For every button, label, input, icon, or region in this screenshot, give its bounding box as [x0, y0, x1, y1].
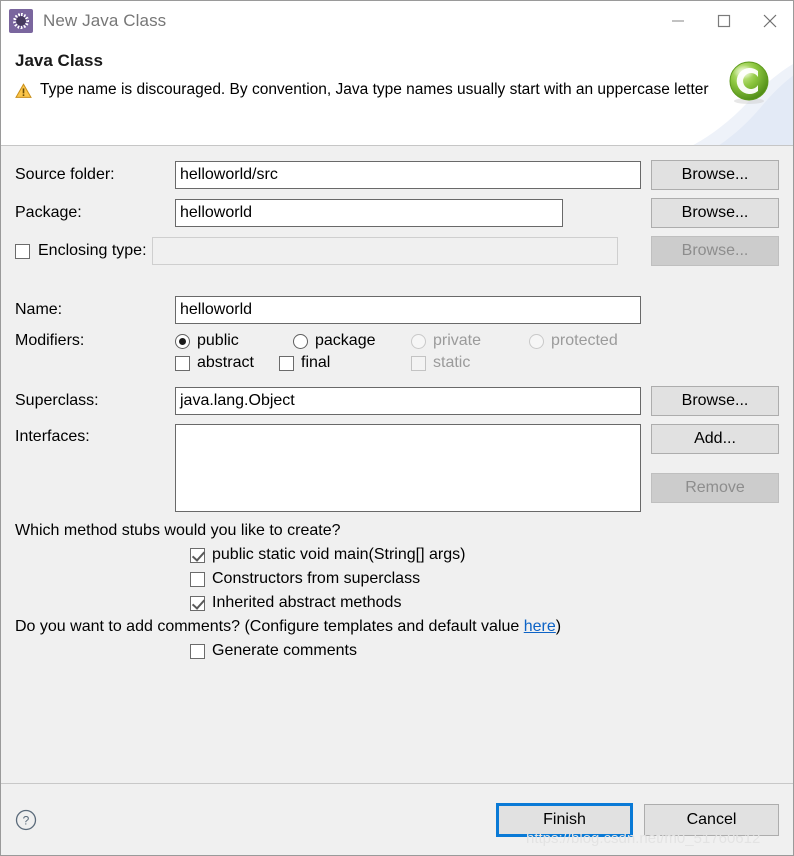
checkbox-static-icon — [411, 355, 426, 371]
superclass-browse-button[interactable]: Browse... — [651, 386, 779, 416]
modifier-static-label: static — [433, 354, 471, 371]
enclosing-type-input — [152, 237, 618, 265]
comments-question-prefix: Do you want to add comments? (Configure … — [15, 618, 524, 635]
svg-text:?: ? — [23, 813, 30, 827]
page-title: Java Class — [15, 51, 103, 70]
dialog-footer: ? Finish Cancel https://blog.csdn.net/m0… — [1, 783, 793, 855]
name-row: Name: helloworld — [15, 296, 779, 324]
modifier-public-label: public — [197, 332, 239, 349]
source-folder-label: Source folder: — [15, 166, 115, 183]
new-java-class-dialog: New Java Class Java Class Type name is d… — [0, 0, 794, 856]
modifiers-access-group: public package private protected — [175, 332, 618, 350]
dialog-header: Java Class Type name is discouraged. By … — [1, 41, 793, 146]
checkbox-final-icon[interactable] — [279, 355, 294, 371]
modifiers-flags-group: abstract final static — [175, 354, 470, 372]
checkbox-generate-comments-icon[interactable] — [190, 643, 205, 659]
superclass-row: Superclass: java.lang.Object Browse... — [15, 386, 779, 416]
stub-constructors[interactable]: Constructors from superclass — [190, 570, 779, 588]
maximize-icon[interactable] — [701, 1, 747, 41]
enclosing-type-checkbox[interactable] — [15, 243, 30, 259]
title-bar: New Java Class — [1, 1, 793, 41]
window-controls — [655, 1, 793, 41]
dialog-body: Source folder: helloworld/src Browse... … — [1, 146, 793, 783]
radio-protected-icon — [529, 333, 544, 349]
radio-private-icon — [411, 333, 426, 349]
name-input[interactable]: helloworld — [175, 296, 641, 324]
stub-main-method[interactable]: public static void main(String[] args) — [190, 546, 779, 564]
modifier-private-label: private — [433, 332, 482, 349]
help-icon[interactable]: ? — [15, 809, 37, 831]
modifiers-label: Modifiers: — [15, 332, 85, 349]
interfaces-add-button[interactable]: Add... — [651, 424, 779, 454]
superclass-label: Superclass: — [15, 392, 99, 409]
stub-main-method-label: public static void main(String[] args) — [212, 546, 466, 563]
modifier-radio-public[interactable]: public — [175, 332, 293, 350]
radio-package-icon[interactable] — [293, 333, 308, 349]
modifier-radio-private: private — [411, 332, 529, 350]
method-stubs-group: public static void main(String[] args) C… — [190, 546, 779, 612]
close-icon[interactable] — [747, 1, 793, 41]
checkbox-abstract-icon[interactable] — [175, 355, 190, 371]
comments-question: Do you want to add comments? (Configure … — [15, 618, 779, 636]
footer-buttons: Finish Cancel — [496, 802, 779, 837]
modifier-final-label: final — [301, 354, 331, 371]
modifier-checkbox-static: static — [411, 354, 470, 372]
stub-inherited-abstract-label: Inherited abstract methods — [212, 594, 402, 611]
stub-inherited-abstract[interactable]: Inherited abstract methods — [190, 594, 779, 612]
checkbox-inherited-abstract-icon[interactable] — [190, 595, 205, 611]
interfaces-list[interactable] — [175, 424, 641, 512]
generate-comments-row[interactable]: Generate comments — [190, 642, 779, 660]
modifier-protected-label: protected — [551, 332, 618, 349]
stub-constructors-label: Constructors from superclass — [212, 570, 421, 587]
validation-message: Type name is discouraged. By convention,… — [40, 81, 709, 98]
package-row: Package: helloworld Browse... — [15, 198, 779, 228]
source-folder-input[interactable]: helloworld/src — [175, 161, 641, 189]
modifier-checkbox-abstract[interactable]: abstract — [175, 354, 279, 372]
modifier-checkbox-final[interactable]: final — [279, 354, 411, 372]
modifier-abstract-label: abstract — [197, 354, 254, 371]
method-stubs-question: Which method stubs would you like to cre… — [15, 522, 341, 539]
superclass-input[interactable]: java.lang.Object — [175, 387, 641, 415]
warning-icon — [15, 83, 32, 104]
comments-group: Generate comments — [190, 642, 779, 660]
interfaces-row: Interfaces: Add... Remove — [15, 424, 779, 512]
package-label: Package: — [15, 204, 82, 221]
java-class-icon — [9, 9, 33, 33]
name-label: Name: — [15, 301, 63, 318]
comments-question-suffix: ) — [555, 618, 562, 635]
validation-message-row: Type name is discouraged. By convention,… — [15, 80, 779, 104]
generate-comments-label: Generate comments — [212, 642, 357, 659]
modifiers-flags-row: abstract final static — [15, 354, 779, 372]
checkbox-constructors-icon[interactable] — [190, 571, 205, 587]
package-input[interactable]: helloworld — [175, 199, 563, 227]
modifier-radio-package[interactable]: package — [293, 332, 411, 350]
configure-templates-link[interactable]: here — [524, 618, 556, 635]
modifier-radio-protected: protected — [529, 332, 618, 350]
radio-public-icon[interactable] — [175, 333, 190, 349]
source-folder-row: Source folder: helloworld/src Browse... — [15, 160, 779, 190]
enclosing-type-browse-button: Browse... — [651, 236, 779, 266]
checkbox-main-method-icon[interactable] — [190, 547, 205, 563]
enclosing-type-label: Enclosing type: — [38, 242, 147, 259]
finish-button[interactable]: Finish — [496, 802, 633, 837]
interfaces-label: Interfaces: — [15, 428, 90, 445]
package-browse-button[interactable]: Browse... — [651, 198, 779, 228]
interfaces-remove-button: Remove — [651, 473, 779, 503]
modifier-package-label: package — [315, 332, 376, 349]
modifiers-access-row: Modifiers: public package private protec… — [15, 332, 779, 350]
enclosing-type-label-group: Enclosing type: — [15, 242, 175, 260]
enclosing-type-row: Enclosing type: Browse... — [15, 236, 779, 266]
window-title: New Java Class — [43, 11, 167, 30]
minimize-icon[interactable] — [655, 1, 701, 41]
source-folder-browse-button[interactable]: Browse... — [651, 160, 779, 190]
cancel-button[interactable]: Cancel — [644, 803, 779, 836]
